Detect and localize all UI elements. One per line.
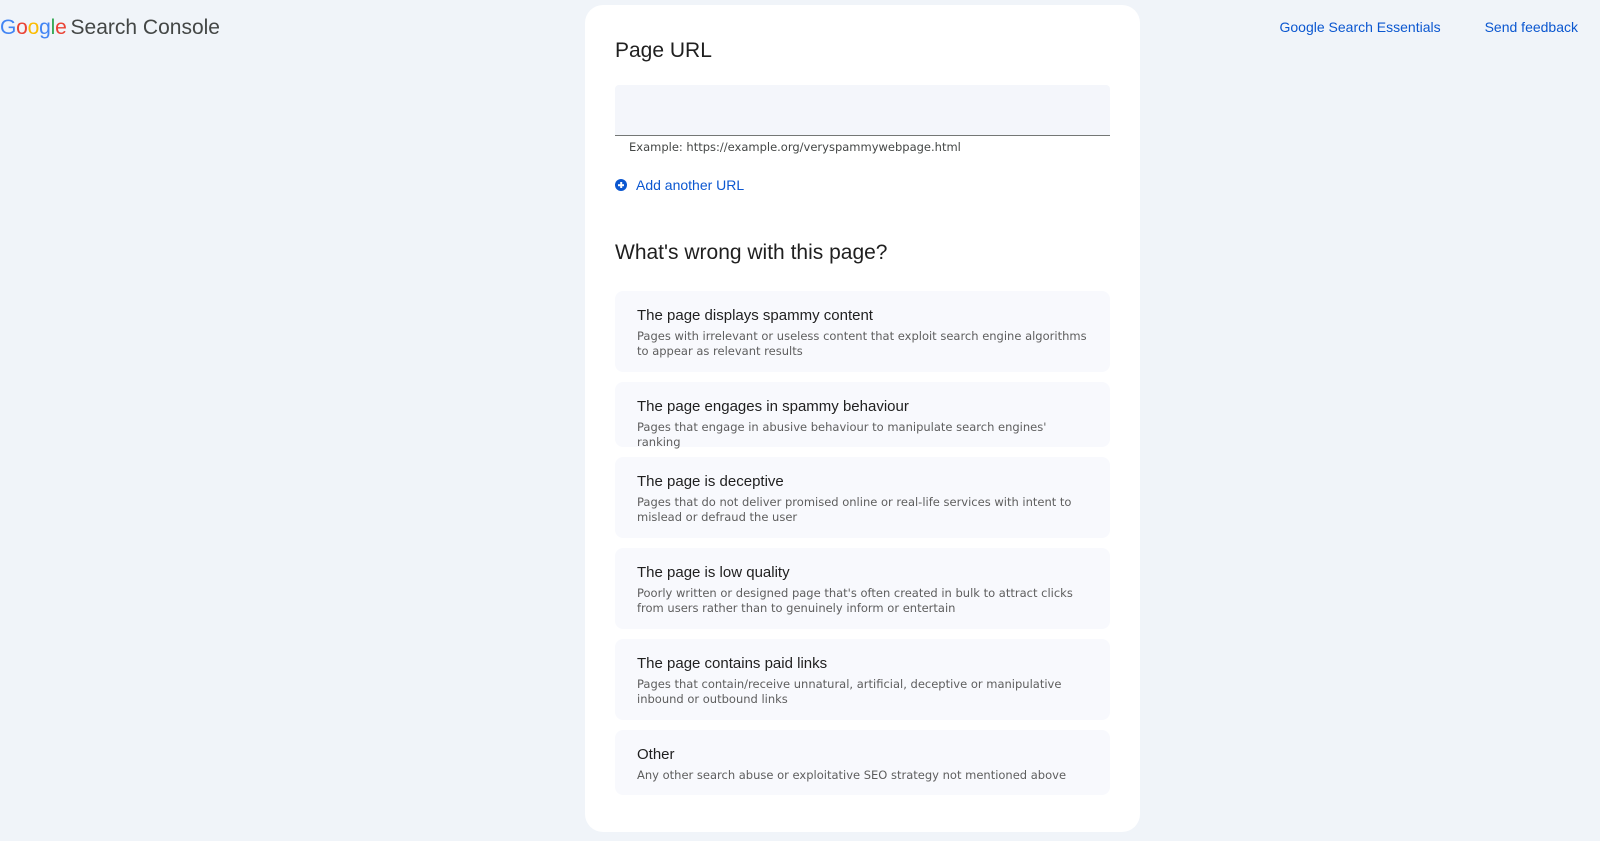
logo-letter: e bbox=[55, 16, 67, 39]
issue-option-deceptive[interactable]: The page is deceptive Pages that do not … bbox=[615, 457, 1110, 538]
page-url-input[interactable] bbox=[615, 85, 1110, 136]
spam-report-form-card: Page URL Example: https://example.org/ve… bbox=[585, 5, 1140, 832]
option-description: Pages with irrelevant or useless content… bbox=[637, 329, 1087, 358]
option-title: The page is low quality bbox=[637, 564, 790, 581]
logo-letter: o bbox=[16, 16, 28, 39]
option-description: Pages that do not deliver promised onlin… bbox=[637, 495, 1072, 524]
add-another-url-button[interactable]: Add another URL bbox=[615, 177, 744, 193]
option-title: The page engages in spammy behaviour bbox=[637, 398, 909, 415]
option-description: Poorly written or designed page that's o… bbox=[637, 586, 1073, 615]
option-title: The page is deceptive bbox=[637, 473, 784, 490]
option-title: Other bbox=[637, 746, 675, 763]
product-name: Search Console bbox=[70, 16, 220, 39]
logo-letter: g bbox=[39, 16, 51, 39]
issue-type-heading: What's wrong with this page? bbox=[615, 241, 888, 264]
google-wordmark: G o o g l e bbox=[0, 14, 67, 42]
option-title: The page displays spammy content bbox=[637, 307, 873, 324]
issue-option-paid-links[interactable]: The page contains paid links Pages that … bbox=[615, 639, 1110, 720]
issue-option-spammy-behaviour[interactable]: The page engages in spammy behaviour Pag… bbox=[615, 382, 1110, 449]
send-feedback-link[interactable]: Send feedback bbox=[1485, 17, 1578, 37]
search-essentials-link[interactable]: Google Search Essentials bbox=[1280, 17, 1441, 37]
header-links: Google Search Essentials Send feedback bbox=[1280, 17, 1579, 37]
page-url-heading: Page URL bbox=[615, 39, 712, 62]
issue-option-other[interactable]: Other Any other search abuse or exploita… bbox=[615, 730, 1110, 795]
issue-option-spammy-content[interactable]: The page displays spammy content Pages w… bbox=[615, 291, 1110, 372]
logo-letter: o bbox=[27, 16, 40, 39]
url-example-hint: Example: https://example.org/veryspammyw… bbox=[629, 140, 961, 154]
add-another-url-label: Add another URL bbox=[636, 177, 745, 193]
option-description: Any other search abuse or exploitative S… bbox=[637, 768, 1067, 782]
option-description: Pages that contain/receive unnatural, ar… bbox=[637, 677, 1062, 706]
option-title: The page contains paid links bbox=[637, 655, 828, 672]
issue-option-low-quality[interactable]: The page is low quality Poorly written o… bbox=[615, 548, 1110, 629]
logo-letter: G bbox=[0, 16, 17, 39]
option-description: Pages that engage in abusive behaviour t… bbox=[637, 420, 1047, 449]
add-circle-icon bbox=[615, 179, 627, 191]
search-console-logo[interactable]: G o o g l e Search Console bbox=[0, 14, 220, 42]
